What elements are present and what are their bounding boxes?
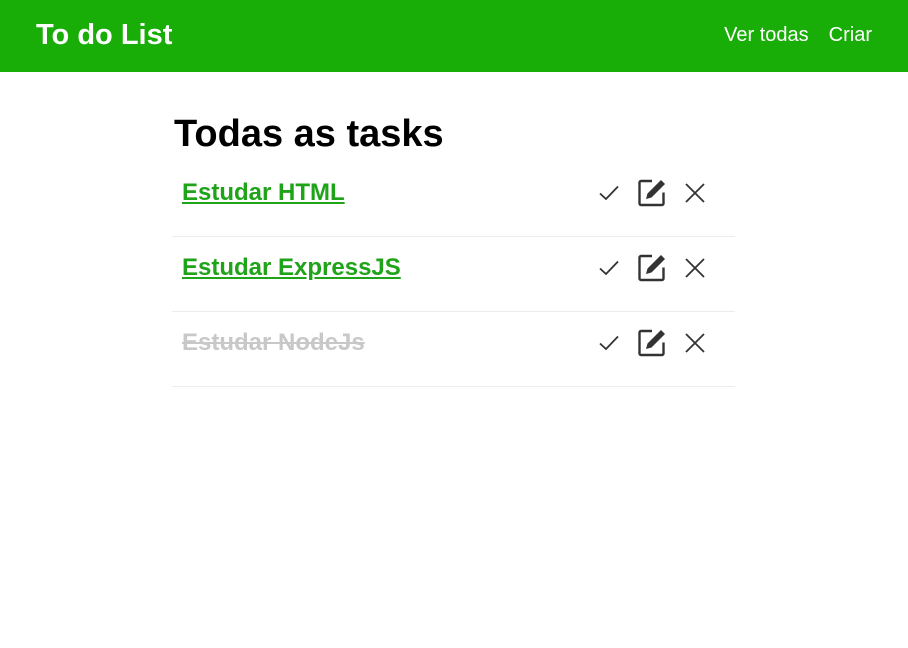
complete-task-button[interactable] bbox=[593, 327, 625, 359]
edit-task-button[interactable] bbox=[636, 177, 668, 209]
edit-task-button[interactable] bbox=[636, 327, 668, 359]
check-icon bbox=[599, 185, 619, 201]
task-actions bbox=[593, 177, 711, 209]
edit-task-button[interactable] bbox=[636, 252, 668, 284]
task-row: Estudar HTML bbox=[172, 162, 735, 237]
page-title: Todas as tasks bbox=[174, 113, 444, 155]
close-icon bbox=[685, 333, 705, 353]
edit-icon bbox=[638, 179, 665, 207]
task-title-link[interactable]: Estudar NodeJs bbox=[182, 312, 365, 374]
task-actions bbox=[593, 327, 711, 359]
task-actions bbox=[593, 252, 711, 284]
edit-icon bbox=[638, 329, 665, 357]
check-icon bbox=[599, 260, 619, 276]
delete-task-button[interactable] bbox=[679, 252, 711, 284]
task-row: Estudar NodeJs bbox=[172, 312, 735, 387]
complete-task-button[interactable] bbox=[593, 252, 625, 284]
close-icon bbox=[685, 258, 705, 278]
task-list: Estudar HTML Estudar ExpressJS Estudar N… bbox=[172, 162, 735, 387]
close-icon bbox=[685, 183, 705, 203]
nav-link-criar[interactable]: Criar bbox=[829, 22, 872, 48]
delete-task-button[interactable] bbox=[679, 327, 711, 359]
task-row: Estudar ExpressJS bbox=[172, 237, 735, 312]
nav-links: Ver todas Criar bbox=[724, 22, 872, 48]
edit-icon bbox=[638, 254, 665, 282]
task-title-link[interactable]: Estudar ExpressJS bbox=[182, 237, 401, 299]
main-content: Todas as tasks Estudar HTML Estudar Expr… bbox=[172, 108, 735, 387]
brand-link[interactable]: To do List bbox=[36, 17, 172, 53]
task-title-link[interactable]: Estudar HTML bbox=[182, 162, 345, 224]
nav-link-ver-todas[interactable]: Ver todas bbox=[724, 22, 809, 48]
check-icon bbox=[599, 335, 619, 351]
complete-task-button[interactable] bbox=[593, 177, 625, 209]
navbar: To do List Ver todas Criar bbox=[0, 0, 908, 72]
delete-task-button[interactable] bbox=[679, 177, 711, 209]
